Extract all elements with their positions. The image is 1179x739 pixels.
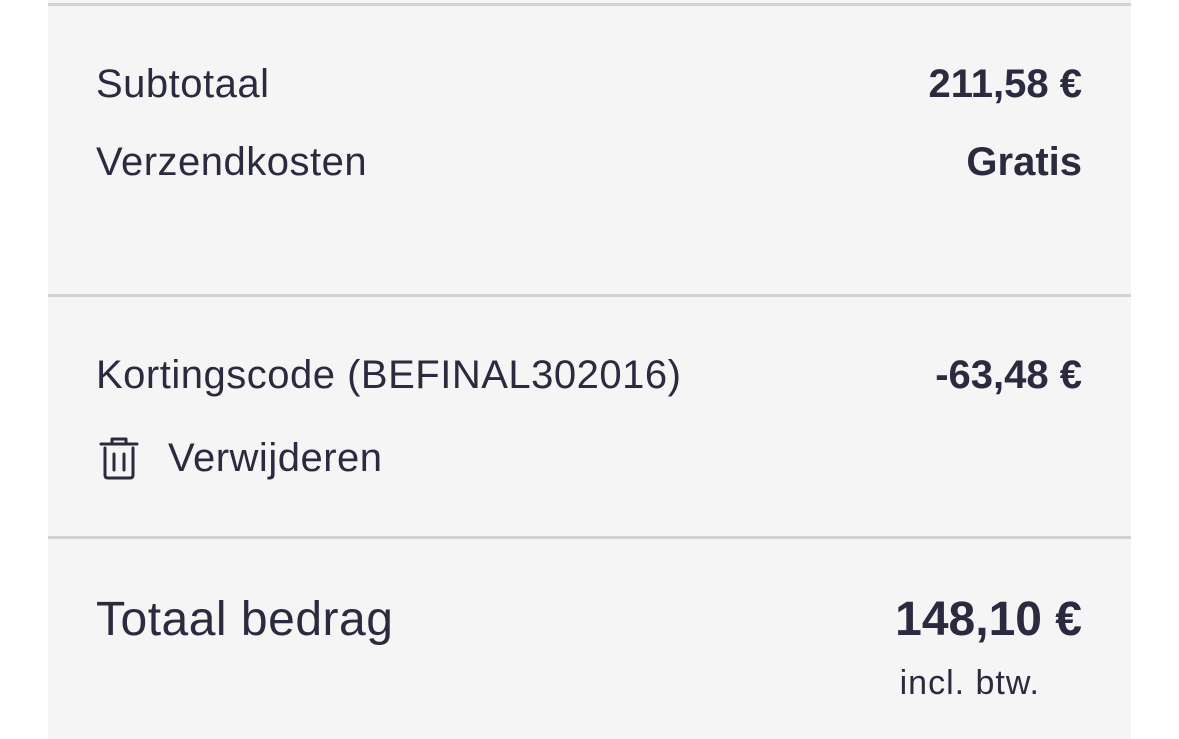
- total-label: Totaal bedrag: [96, 593, 394, 646]
- shipping-row: Verzendkosten Gratis: [96, 140, 1082, 185]
- vat-note: incl. btw.: [899, 664, 1040, 702]
- subtotal-value: 211,58 €: [928, 62, 1083, 106]
- subtotal-row: Subtotaal 211,58 €: [96, 62, 1082, 107]
- shipping-label: Verzendkosten: [96, 140, 368, 184]
- discount-label: Kortingscode (BEFINAL302016): [96, 353, 682, 397]
- trash-icon: [96, 435, 142, 481]
- divider-top: [48, 3, 1131, 6]
- discount-row: Kortingscode (BEFINAL302016) -63,48 €: [96, 353, 1082, 398]
- remove-discount-button[interactable]: Verwijderen: [96, 430, 383, 486]
- divider-middle: [48, 294, 1131, 297]
- total-row: Totaal bedrag 148,10 €: [96, 592, 1082, 647]
- total-value: 148,10 €: [895, 593, 1082, 646]
- remove-discount-label: Verwijderen: [168, 435, 383, 480]
- discount-value: -63,48 €: [935, 353, 1082, 397]
- shipping-value: Gratis: [966, 140, 1082, 184]
- subtotal-label: Subtotaal: [96, 62, 270, 106]
- order-summary-panel: Subtotaal 211,58 € Verzendkosten Gratis …: [48, 0, 1131, 739]
- divider-bottom: [48, 536, 1131, 539]
